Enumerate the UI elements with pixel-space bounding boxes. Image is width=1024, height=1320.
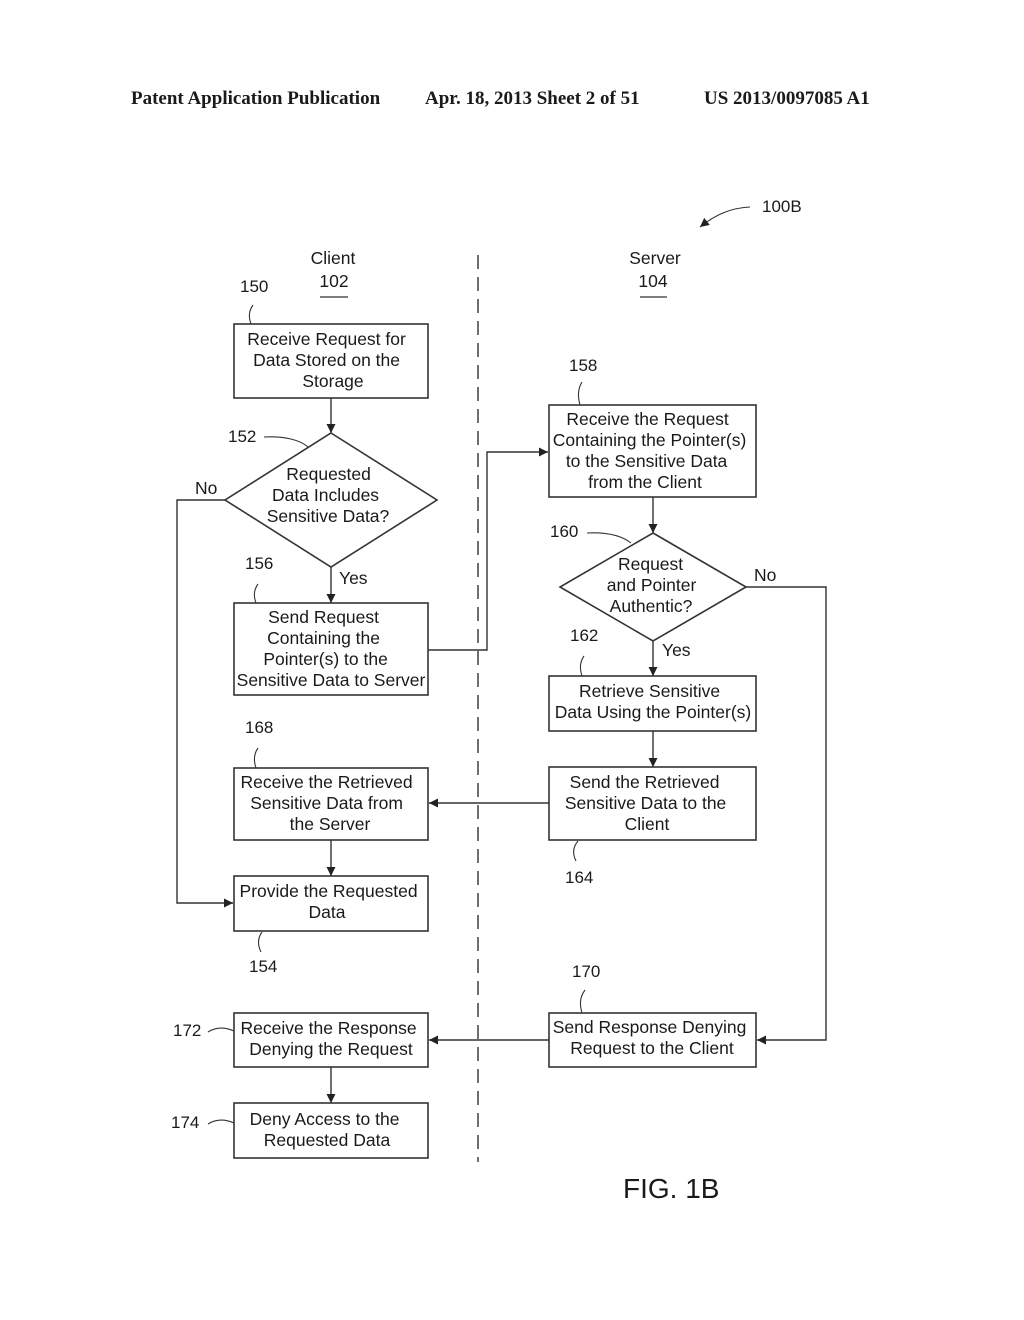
step-158-box: Receive the Request Containing the Point… [548,404,757,498]
step-170-leader [579,989,586,1014]
step-174-box: Deny Access to the Requested Data [233,1102,429,1159]
step-164-leader [573,840,579,862]
step-156-ref: 156 [245,554,273,573]
step-160-line: Request [618,554,683,574]
step-150-leader [248,304,254,325]
step-150-line: Data Stored on the [253,350,400,370]
step-168-line: the Server [290,814,371,834]
flowchart: 100B Client 102 Server 104 150 Receive R… [171,197,827,1204]
step-170-line: Request to the Client [570,1038,734,1058]
step-160-line: and Pointer [607,575,697,595]
step-152-leader [263,436,309,448]
step-164-box: Send the Retrieved Sensitive Data to the… [548,766,757,841]
step-158-line: to the Sensitive Data [566,451,728,471]
step-150-line: Receive Request for [247,329,406,349]
client-lane-title: Client [311,248,356,268]
figure-caption: FIG. 1B [623,1173,719,1204]
arrow-160-no-to-170 [746,586,827,1045]
arrow-156-to-158 [428,447,548,651]
step-162-ref: 162 [570,626,598,645]
step-160-leader [586,532,632,544]
step-160-decision: Request and Pointer Authentic? [558,532,748,642]
svg-text:Request and Pointer: Request and Pointer Authentic? [607,554,701,616]
step-168-line: Sensitive Data from [250,793,403,813]
step-164-ref: 164 [565,868,593,887]
step-152-line: Sensitive Data? [267,506,390,526]
step-174-ref: 174 [171,1113,199,1132]
step-158-line: Containing the Pointer(s) [553,430,747,450]
step-152-decision: Requested Data Includes Sensitive Data? [223,432,439,568]
step-158-line: Receive the Request [566,409,729,429]
step-172-box: Receive the Response Denying the Request [233,1012,429,1068]
step-168-line: Receive the Retrieved [240,772,412,792]
step-158-ref: 158 [569,356,597,375]
step-150-ref: 150 [240,277,268,296]
step-174-line: Deny Access to the [250,1109,400,1129]
step-160-ref: 160 [550,522,578,541]
svg-text:Send Response Denying Re: Send Response Denying Request to the Cli… [553,1017,751,1058]
step-156-line: Containing the [267,628,380,648]
step-154-line: Provide the Requested [240,881,418,901]
step-170-ref: 170 [572,962,600,981]
step-174-line: Requested Data [264,1130,391,1150]
step-156-line: Sensitive Data to Server [237,670,426,690]
branch-no-label: No [754,565,776,585]
figure-ref: 100B [762,197,802,216]
step-158-leader [577,381,583,406]
step-154-ref: 154 [249,957,277,976]
step-174-leader [207,1119,235,1125]
step-158-line: from the Client [588,472,702,492]
step-172-line: Denying the Request [249,1039,413,1059]
client-lane-ref: 102 [319,271,348,291]
server-lane-title: Server [629,248,681,268]
step-150-box: Receive Request for Data Stored on the S… [233,323,429,399]
step-164-line: Client [625,814,670,834]
step-164-line: Sensitive Data to the [565,793,726,813]
svg-text:Receive the Response Den: Receive the Response Denying the Request [241,1018,422,1059]
step-156-leader [253,583,259,604]
step-156-box: Send Request Containing the Pointer(s) t… [233,602,429,696]
step-152-line: Requested [286,464,371,484]
step-168-ref: 168 [245,718,273,737]
step-168-leader [253,747,259,769]
step-162-line: Retrieve Sensitive [579,681,720,701]
step-162-line: Data Using the Pointer(s) [555,702,751,722]
branch-yes-label: Yes [662,640,691,660]
branch-yes-label: Yes [339,568,368,588]
step-154-line: Data [309,902,346,922]
figure-ref-arrow [699,206,751,228]
svg-text:Deny Access to the Reque: Deny Access to the Requested Data [250,1109,405,1150]
step-164-line: Send the Retrieved [570,772,720,792]
step-168-box: Receive the Retrieved Sensitive Data fro… [233,767,429,841]
step-152-ref: 152 [228,427,256,446]
step-150-line: Storage [302,371,363,391]
step-154-leader [257,931,263,953]
step-172-leader [207,1027,235,1033]
svg-text:Retrieve Sensitive Data: Retrieve Sensitive Data Using the Pointe… [555,681,751,722]
step-162-leader [579,655,585,677]
step-172-ref: 172 [173,1021,201,1040]
step-170-box: Send Response Denying Request to the Cli… [548,1012,757,1068]
step-162-box: Retrieve Sensitive Data Using the Pointe… [548,675,757,732]
arrow-152-no-to-154 [176,499,233,908]
step-160-line: Authentic? [610,596,693,616]
step-152-line: Data Includes [272,485,379,505]
step-156-line: Send Request [268,607,379,627]
step-172-line: Receive the Response [241,1018,417,1038]
step-170-line: Send Response Denying [553,1017,747,1037]
step-156-line: Pointer(s) to the [263,649,388,669]
step-154-box: Provide the Requested Data [233,875,429,932]
server-lane-ref: 104 [638,271,667,291]
branch-no-label: No [195,478,217,498]
